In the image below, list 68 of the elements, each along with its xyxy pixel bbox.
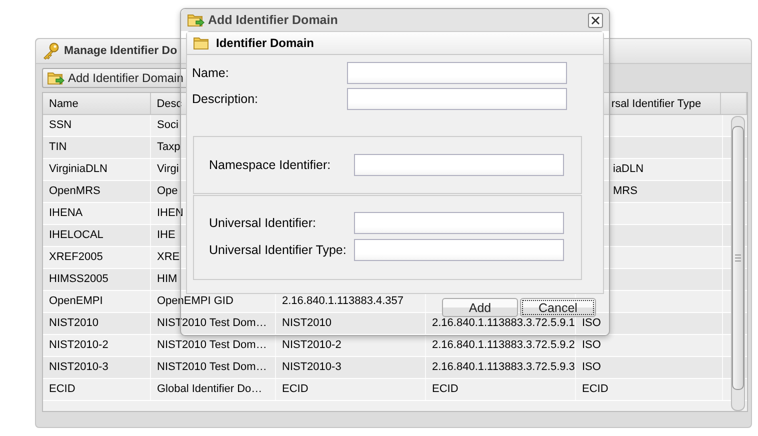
table-cell: XREF2005 (49, 251, 103, 263)
text-input-field[interactable] (354, 154, 564, 176)
table-cell: ECID (282, 383, 308, 395)
column-header[interactable]: Name (49, 98, 78, 110)
table-cell: OpenEMPI GID (157, 295, 234, 307)
table-cell: Global Identifier Do… (157, 383, 262, 395)
text-input-field[interactable] (347, 62, 567, 84)
key-icon (42, 42, 60, 60)
table-cell: 2.16.840.1.113883.3.72.5.9.1 (432, 317, 575, 329)
table-cell: NIST2010 Test Dom… (157, 361, 267, 373)
table-cell: Virgi (157, 163, 179, 175)
dialog-button[interactable]: Cancel (520, 298, 596, 317)
table-cell: OpenEMPI (49, 295, 103, 307)
table-cell: Ope (157, 185, 178, 197)
table-cell: SSN (49, 119, 72, 131)
table-cell: ISO (582, 339, 601, 351)
add-identifier-domain-button[interactable]: Add Identifier Domain (42, 68, 188, 88)
table-cell: HIM (157, 273, 178, 285)
table-cell: VirginiaDLN (49, 163, 108, 175)
table-cell: OpenMRS (49, 185, 100, 197)
column-header[interactable]: rsal Identifier Type (611, 98, 702, 110)
table-cell: TIN (49, 141, 67, 153)
table-cell: MRS (613, 185, 638, 197)
table-cell: NIST2010-2 (282, 339, 342, 351)
table-cell: NIST2010-3 (282, 361, 342, 373)
folder-icon (193, 35, 211, 51)
table-cell: NIST2010 Test Dom… (157, 317, 267, 329)
dialog-title: Add Identifier Domain (208, 13, 338, 27)
table-cell: IHENA (49, 207, 83, 219)
field-label: Name: (192, 66, 230, 80)
table-cell: IHEN (157, 207, 184, 219)
text-input-field[interactable] (354, 212, 564, 234)
grip-icon (735, 254, 741, 262)
table-cell: NIST2010 Test Dom… (157, 339, 267, 351)
table-cell: 2.16.840.1.113883.4.357 (282, 295, 404, 307)
table-cell: IHE (157, 229, 176, 241)
table-cell: NIST2010-2 (49, 339, 108, 351)
table-cell: HIMSS2005 (49, 273, 108, 285)
field-label: Universal Identifier Type: (209, 243, 348, 257)
column-header[interactable]: Desc (156, 98, 182, 110)
panel-title: Manage Identifier Do (64, 45, 178, 57)
table-cell: iaDLN (613, 163, 644, 175)
scrollbar[interactable] (731, 116, 745, 411)
table-cell: NIST2010 (49, 317, 99, 329)
close-icon (591, 16, 600, 24)
folder-arrow-icon (187, 12, 205, 28)
table-cell: XRE (157, 251, 180, 263)
folder-arrow-icon (47, 70, 65, 86)
table-cell: NIST2010-3 (49, 361, 108, 373)
close-button[interactable] (588, 12, 603, 28)
table-cell: ISO (582, 361, 601, 373)
text-input-field[interactable] (354, 239, 564, 261)
table-cell: Soci (157, 119, 178, 131)
panel-title: Identifier Domain (216, 36, 314, 50)
table-cell: 2.16.840.1.113883.3.72.5.9.2 (432, 339, 575, 351)
table-cell: ECID (49, 383, 76, 395)
table-cell: 2.16.840.1.113883.3.72.5.9.3 (432, 361, 575, 373)
table-cell: Taxp (157, 141, 180, 153)
table-cell: IHELOCAL (49, 229, 104, 241)
text-input-field[interactable] (347, 88, 567, 110)
field-label: Namespace Identifier: (209, 158, 332, 172)
field-label: Universal Identifier: (209, 216, 317, 230)
dialog-button[interactable]: Add (442, 298, 518, 317)
table-cell: ECID (432, 383, 458, 395)
table-cell: ECID (582, 383, 608, 395)
table-cell: NIST2010 (282, 317, 332, 329)
field-label: Description: (192, 92, 259, 106)
table-cell: ISO (582, 317, 601, 329)
